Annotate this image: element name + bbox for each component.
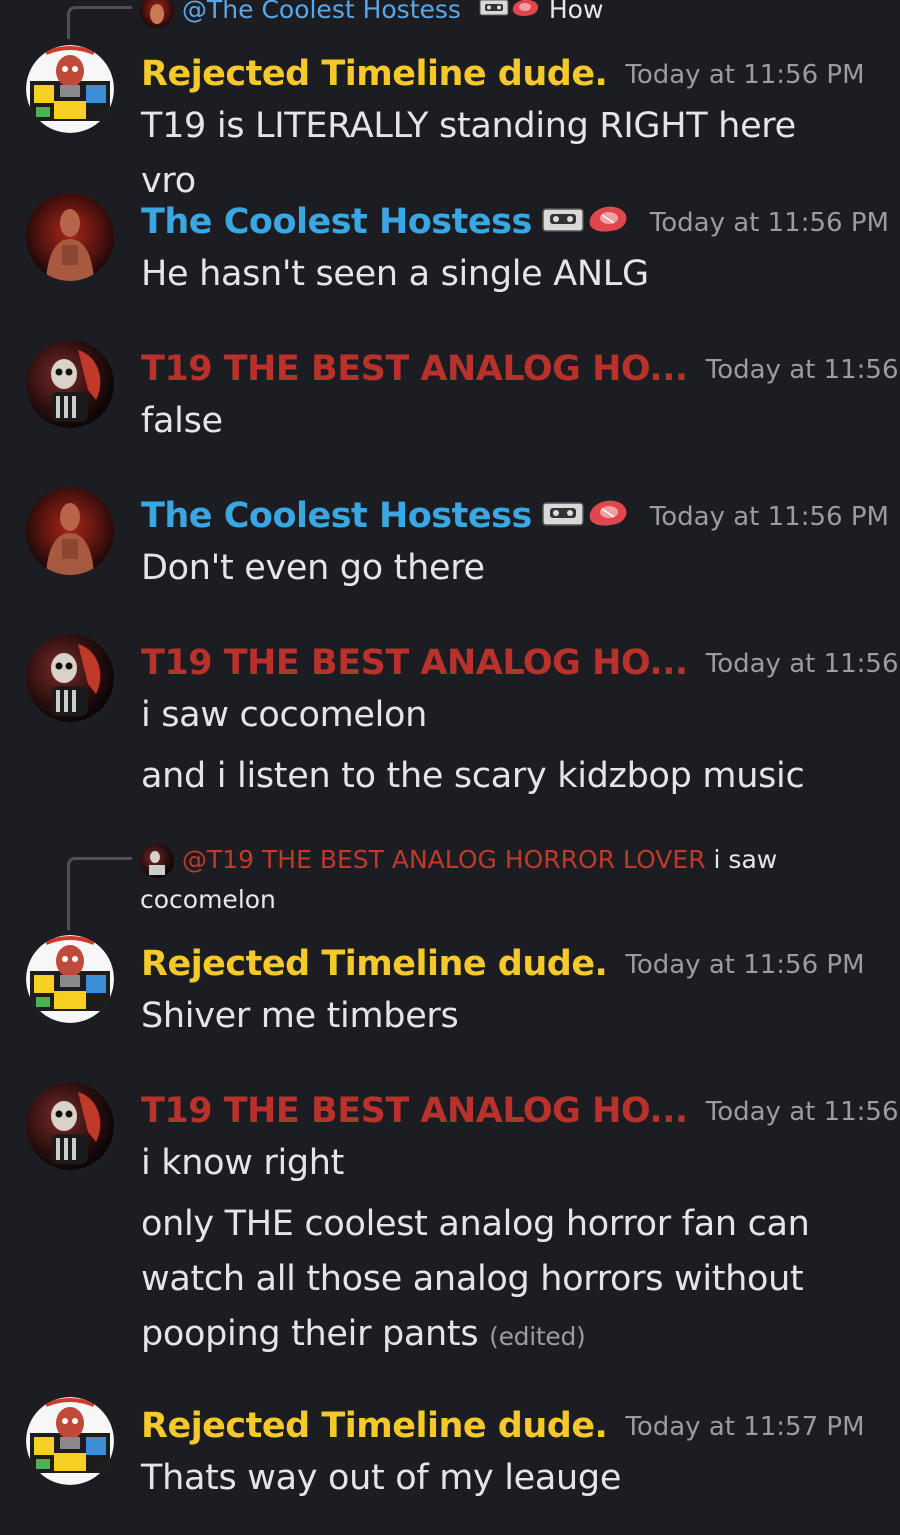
message-header: Rejected Timeline dude. Today at 11:57 PM [141, 1401, 865, 1457]
vhs-tape-icon [542, 501, 584, 526]
message-header: Rejected Timeline dude. Today at 11:56 PM [141, 939, 865, 995]
author-name[interactable]: T19 THE BEST ANALOG HO... [141, 349, 688, 389]
message-text: Shiver me timbers [141, 996, 459, 1036]
message-text: only THE coolest analog horror fan can [141, 1204, 810, 1244]
reply-connector [67, 857, 132, 930]
reply-mention[interactable]: @T19 THE BEST ANALOG HORROR LOVER [182, 845, 706, 874]
reply-badges [479, 0, 541, 31]
author-name[interactable]: T19 THE BEST ANALOG HO... [141, 643, 688, 683]
vhs-tape-icon [479, 0, 538, 16]
reply-mention[interactable]: @The Coolest Hostess [182, 0, 461, 24]
avatar-rejected[interactable] [26, 1397, 114, 1485]
message-header: Rejected Timeline dude. Today at 11:56 PM [141, 49, 865, 105]
timestamp: Today at 11:56 PM [625, 950, 865, 980]
message-text: Thats way out of my leauge [141, 1458, 622, 1498]
message-text: watch all those analog horrors without [141, 1259, 804, 1299]
timestamp: Today at 11:56 PM [625, 60, 865, 90]
reply-text: How [548, 0, 604, 24]
message-header: T19 THE BEST ANALOG HO... Today at 11:56 … [141, 638, 900, 694]
hostess-avatar-icon [26, 487, 114, 575]
t19-avatar-icon [26, 634, 114, 722]
message-text: Don't even go there [141, 548, 485, 588]
t19-avatar-icon [26, 340, 114, 428]
message-text: He hasn't seen a single ANLG [141, 254, 649, 294]
hostess-avatar-icon [26, 193, 114, 281]
message-text: false [141, 401, 223, 441]
t19-avatar-icon [26, 1082, 114, 1170]
rejected-avatar-icon [26, 1397, 114, 1485]
avatar-t19[interactable] [26, 340, 114, 428]
message-text-last: pooping their pants (edited) [141, 1307, 861, 1364]
author-name[interactable]: T19 THE BEST ANALOG HO... [141, 1091, 688, 1131]
timestamp: Today at 11:57 PM [625, 1412, 865, 1442]
timestamp: Today at 11:56 PM [705, 355, 900, 385]
author-name[interactable]: Rejected Timeline dude. [141, 944, 608, 984]
avatar-t19[interactable] [26, 1082, 114, 1170]
vhs-tape-icon [542, 207, 584, 232]
timestamp: Today at 11:56 PM [705, 649, 900, 679]
message-text: T19 is LITERALLY standing RIGHT here vro [141, 106, 796, 201]
steak-icon [589, 500, 627, 526]
timestamp: Today at 11:56 PM [705, 1097, 900, 1127]
reply-preview[interactable]: @T19 THE BEST ANALOG HORROR LOVER i saw … [140, 840, 840, 920]
author-name[interactable]: The Coolest Hostess [141, 202, 532, 242]
message-header: T19 THE BEST ANALOG HO... Today at 11:56 … [141, 1086, 900, 1142]
timestamp: Today at 11:56 PM [649, 208, 889, 238]
steak-icon [589, 206, 627, 232]
avatar-rejected[interactable] [26, 45, 114, 133]
rejected-avatar-icon [26, 935, 114, 1023]
reply-avatar [140, 844, 174, 878]
reply-text-cont: cocomelon [140, 885, 276, 914]
reply-preview[interactable]: @The Coolest Hostess How [140, 0, 840, 31]
author-name[interactable]: Rejected Timeline dude. [141, 1406, 608, 1446]
edited-label: (edited) [489, 1322, 586, 1351]
reply-avatar [140, 0, 174, 28]
reply-text: i saw [713, 845, 778, 874]
message-text: pooping their pants [141, 1314, 479, 1354]
message-text: i saw cocomelon [141, 695, 428, 735]
avatar-rejected[interactable] [26, 935, 114, 1023]
reply-connector [67, 6, 132, 39]
author-name[interactable]: Rejected Timeline dude. [141, 54, 608, 94]
author-name[interactable]: The Coolest Hostess [141, 496, 532, 536]
message-header: T19 THE BEST ANALOG HO... Today at 11:56 … [141, 344, 900, 400]
avatar-hostess[interactable] [26, 193, 114, 281]
avatar-hostess[interactable] [26, 487, 114, 575]
rejected-avatar-icon [26, 45, 114, 133]
avatar-t19[interactable] [26, 634, 114, 722]
timestamp: Today at 11:56 PM [649, 502, 889, 532]
message-text: i know right [141, 1143, 345, 1183]
message-text: and i listen to the scary kidzbop music [141, 756, 805, 796]
